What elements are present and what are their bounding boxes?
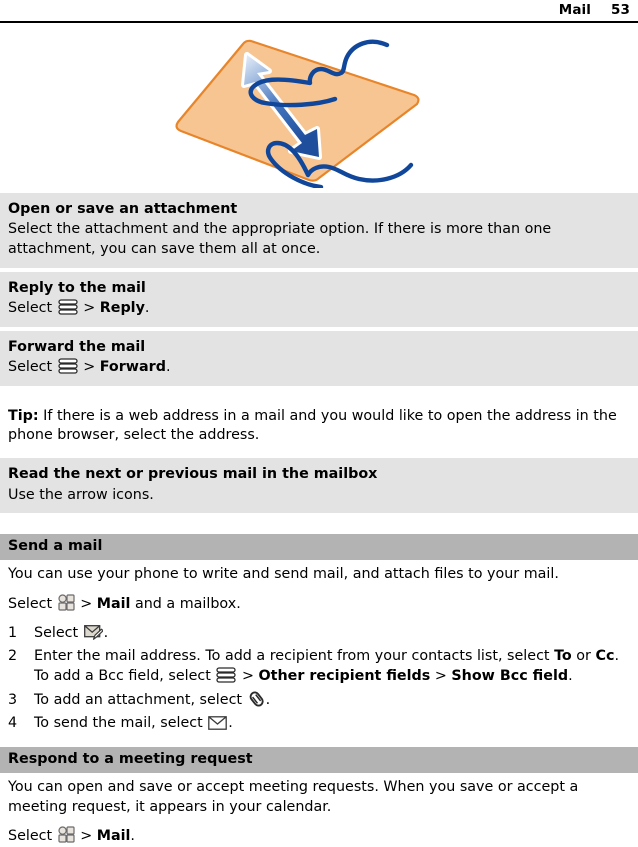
meeting-section-intro: You can open and save or accept meeting … — [8, 778, 579, 815]
path-separator: > — [434, 667, 447, 684]
section-heading-send-a-mail: Send a mail — [0, 534, 638, 561]
select-label: Select — [8, 828, 53, 845]
task-body: Select > Forward. — [8, 358, 630, 378]
step-item: 4 To send the mail, select . — [8, 714, 630, 734]
task-block-read-next-previous: Read the next or previous mail in the ma… — [0, 458, 638, 514]
step-text-post: . — [103, 624, 109, 641]
step-text-post: . — [265, 691, 271, 708]
path-separator: > — [80, 595, 93, 612]
header-chapter-title: Mail — [558, 2, 591, 18]
task-body: Select > Reply. — [8, 299, 630, 319]
apps-grid-icon[interactable] — [58, 594, 75, 611]
meeting-section-select-line: Select > Mail. — [0, 826, 638, 847]
send-section-select-line: Select > Mail and a mailbox. — [0, 594, 638, 615]
trailing-period: . — [165, 359, 171, 376]
menu-target-label: Forward — [99, 359, 166, 376]
step-text-pre: Enter the mail address. To add a recipie… — [34, 648, 555, 665]
step-number: 4 — [8, 715, 18, 732]
step-text: Select . — [34, 624, 630, 644]
section-heading-respond-meeting-request: Respond to a meeting request — [0, 747, 638, 773]
menu-icon[interactable] — [216, 667, 237, 683]
step-text: To add an attachment, select . — [34, 691, 630, 711]
header-page-number: 53 — [611, 2, 630, 18]
new-message-envelope-icon[interactable] — [83, 624, 103, 640]
step-text-post: . — [568, 667, 573, 684]
task-body: Select the attachment and the appropriat… — [8, 221, 552, 258]
task-title: Forward the mail — [8, 338, 146, 355]
select-line-suffix: and a mailbox. — [130, 595, 241, 612]
step-text-pre: To add an attachment, select — [34, 691, 247, 708]
step-text-mid1: or — [571, 648, 596, 665]
path-separator: > — [83, 359, 96, 376]
apps-grid-icon[interactable] — [58, 826, 75, 844]
send-section-intro: You can use your phone to write and send… — [8, 566, 559, 583]
step-item: 2 Enter the mail address. To add a recip… — [8, 647, 630, 686]
path-separator: > — [83, 300, 96, 317]
step-text: Enter the mail address. To add a recipie… — [34, 647, 630, 686]
tip-paragraph: Tip: If there is a web address in a mail… — [0, 407, 638, 446]
send-mail-steps: 1 Select . 2 Enter the mail address. To … — [0, 624, 638, 735]
select-label: Select — [8, 300, 53, 317]
menu-target-label: Mail — [96, 595, 131, 612]
step-item: 1 Select . — [8, 624, 630, 644]
tip-label: Tip: — [8, 407, 39, 424]
menu-target-other-recipient-fields: Other recipient fields — [258, 667, 431, 684]
step-number: 1 — [8, 624, 18, 641]
manual-page: Mail 53 Open or save an attachment Selec… — [0, 0, 638, 844]
path-separator: > — [80, 828, 93, 845]
step-text-post: . — [228, 715, 233, 732]
path-separator: > — [241, 667, 254, 684]
pinch-zoom-gesture-illustration — [0, 33, 638, 193]
menu-target-label: Reply — [99, 300, 145, 317]
select-line-suffix: . — [130, 828, 135, 845]
gesture-figure-svg — [175, 39, 420, 188]
step-item: 3 To add an attachment, select . — [8, 691, 630, 711]
menu-target-label: Mail — [96, 828, 131, 845]
field-label-to: To — [554, 648, 572, 665]
running-header: Mail 53 — [0, 0, 638, 21]
task-title: Open or save an attachment — [8, 201, 238, 217]
step-text-pre: To send the mail, select — [34, 715, 208, 732]
send-envelope-icon[interactable] — [208, 716, 228, 731]
select-label: Select — [8, 595, 53, 612]
select-label: Select — [8, 359, 53, 376]
task-block-open-save-attachment: Open or save an attachment Select the at… — [0, 193, 638, 268]
task-block-forward: Forward the mail Select > Forward. — [0, 330, 638, 386]
task-title: Reply to the mail — [8, 279, 146, 296]
header-divider — [0, 21, 638, 23]
task-block-reply: Reply to the mail Select > Reply. — [0, 271, 638, 327]
menu-icon[interactable] — [58, 358, 78, 374]
step-number: 3 — [8, 691, 18, 708]
trailing-period: . — [144, 300, 150, 317]
step-text: To send the mail, select . — [34, 714, 630, 734]
task-body: Use the arrow icons. — [8, 486, 154, 503]
step-text-pre: Select — [34, 624, 83, 641]
paperclip-icon[interactable] — [248, 691, 265, 707]
field-label-cc: Cc — [595, 648, 615, 665]
menu-target-show-bcc-field: Show Bcc field — [451, 667, 569, 684]
menu-icon[interactable] — [58, 299, 78, 315]
task-title: Read the next or previous mail in the ma… — [8, 466, 378, 483]
step-number: 2 — [8, 648, 18, 665]
tip-text: If there is a web address in a mail and … — [8, 407, 617, 444]
